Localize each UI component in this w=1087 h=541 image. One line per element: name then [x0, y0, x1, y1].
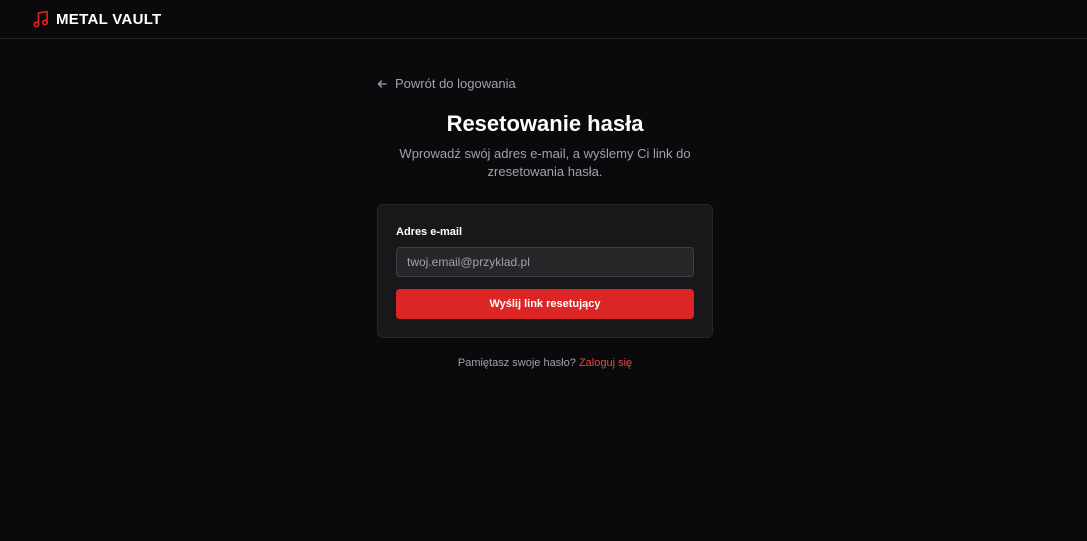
brand-logo[interactable]: METAL VAULT	[33, 10, 162, 28]
page-subtitle: Wprowadź swój adres e-mail, a wyślemy Ci…	[399, 146, 691, 179]
music-note-icon	[33, 10, 49, 28]
page-title: Resetowanie hasła	[446, 111, 644, 136]
back-to-login-link[interactable]: Powrót do logowania	[377, 76, 516, 91]
send-reset-link-button[interactable]: Wyślij link resetujący	[396, 289, 694, 319]
brand-name: METAL VAULT	[56, 10, 162, 28]
arrow-left-icon	[377, 79, 387, 89]
login-prompt: Pamiętasz swoje hasło? Zaloguj się	[377, 357, 713, 369]
login-prompt-text: Pamiętasz swoje hasło?	[457, 357, 576, 369]
top-navbar: METAL VAULT	[0, 0, 1087, 39]
login-link[interactable]: Zaloguj się	[579, 357, 632, 369]
email-label: Adres e-mail	[396, 226, 463, 238]
reset-password-card: Adres e-mail Wyślij link resetujący	[377, 204, 713, 338]
email-input[interactable]	[396, 247, 694, 277]
back-link-label: Powrót do logowania	[395, 76, 516, 91]
